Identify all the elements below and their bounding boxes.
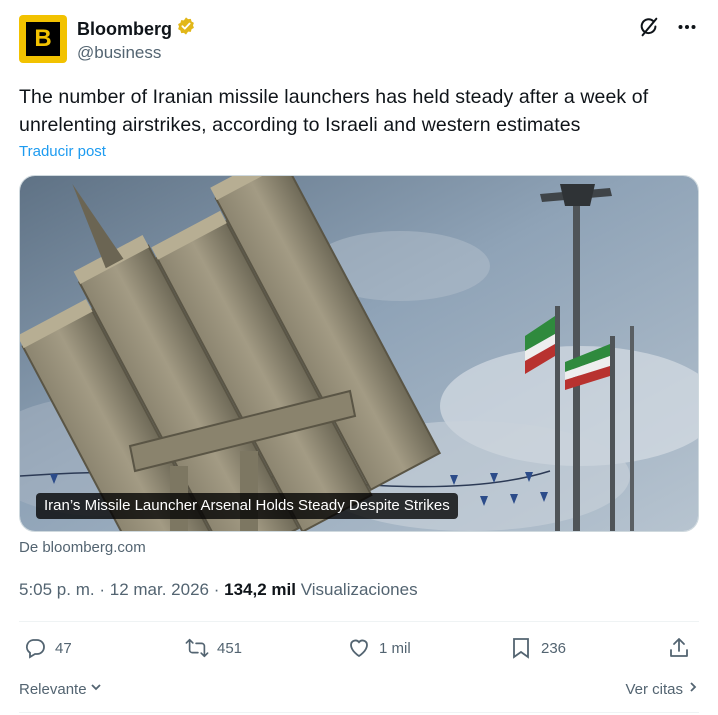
view-quotes-link[interactable]: Ver citas xyxy=(625,680,699,698)
divider xyxy=(19,621,699,622)
views-count: 134,2 mil xyxy=(224,580,296,599)
reply-count: 47 xyxy=(55,639,72,657)
avatar[interactable]: B xyxy=(19,15,67,63)
sort-dropdown[interactable]: Relevante xyxy=(19,680,103,698)
bookmark-count: 236 xyxy=(541,639,567,657)
bookmark-icon xyxy=(509,636,533,660)
action-bar: 47 451 1 mil 236 xyxy=(19,636,699,668)
divider xyxy=(19,712,699,713)
link-card-image[interactable]: Iran’s Missile Launcher Arsenal Holds St… xyxy=(19,175,699,532)
post-time[interactable]: 5:05 p. m. xyxy=(19,580,95,599)
author-names: Bloomberg @business xyxy=(77,16,196,65)
chevron-right-icon xyxy=(687,680,699,698)
media-caption: Iran’s Missile Launcher Arsenal Holds St… xyxy=(36,493,458,519)
like-button[interactable]: 1 mil xyxy=(347,636,411,660)
handle[interactable]: @business xyxy=(77,41,196,65)
reply-icon xyxy=(23,636,47,660)
top-actions xyxy=(637,14,699,40)
post-text: The number of Iranian missile launchers … xyxy=(19,86,649,136)
repost-button[interactable]: 451 xyxy=(185,636,242,660)
repost-count: 451 xyxy=(217,639,243,657)
views-label: Visualizaciones xyxy=(300,580,418,599)
post-meta: 5:05 p. m. · 12 mar. 2026 · 134,2 mil Vi… xyxy=(19,579,418,601)
post-date[interactable]: 12 mar. 2026 xyxy=(110,580,209,599)
share-button[interactable] xyxy=(667,636,691,660)
share-icon xyxy=(667,636,691,660)
verified-badge-icon xyxy=(176,16,196,41)
post-header: B Bloomberg @business xyxy=(19,14,699,64)
display-name-row[interactable]: Bloomberg xyxy=(77,16,196,41)
missile-launcher-photo xyxy=(20,176,698,531)
meta-separator: · xyxy=(99,580,106,599)
avatar-letter: B xyxy=(34,25,52,52)
replies-footer: Relevante Ver citas xyxy=(19,680,699,702)
reply-button[interactable]: 47 xyxy=(23,636,72,660)
sort-label: Relevante xyxy=(19,680,87,698)
grok-icon[interactable] xyxy=(637,14,661,40)
heart-icon xyxy=(347,636,371,660)
quotes-label: Ver citas xyxy=(625,680,683,698)
more-icon[interactable] xyxy=(675,14,699,40)
bookmark-button[interactable]: 236 xyxy=(509,636,566,660)
link-source[interactable]: De bloomberg.com xyxy=(19,539,146,556)
like-count: 1 mil xyxy=(379,639,411,657)
chevron-down-icon xyxy=(89,680,103,698)
display-name[interactable]: Bloomberg xyxy=(77,18,172,40)
repost-icon xyxy=(185,636,209,660)
translate-link[interactable]: Traducir post xyxy=(19,143,106,160)
meta-separator: · xyxy=(213,580,220,599)
